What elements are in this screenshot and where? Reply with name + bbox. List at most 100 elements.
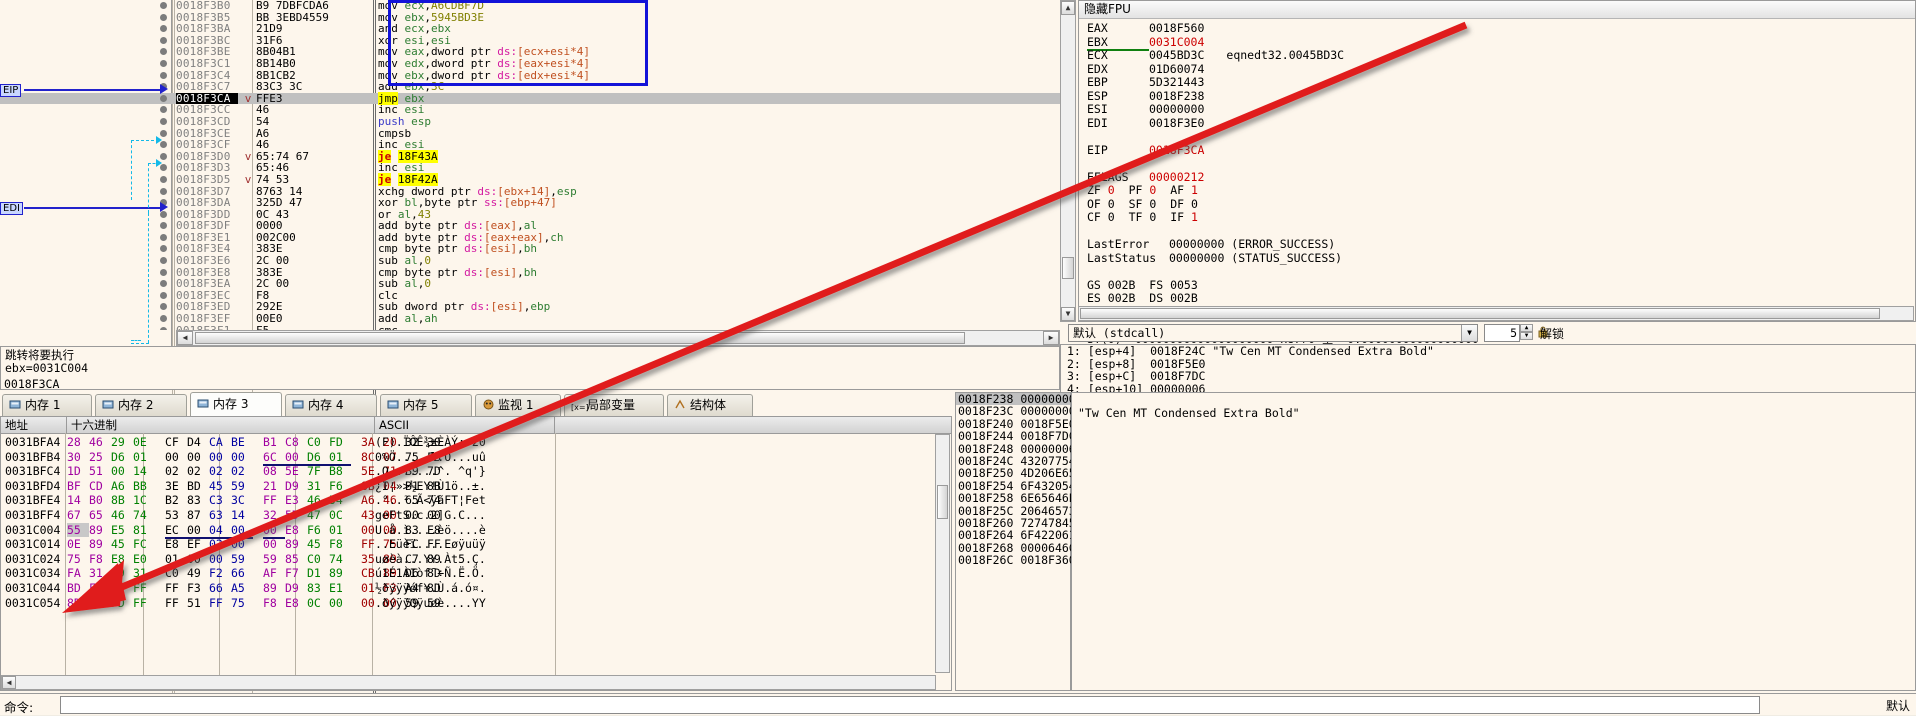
dump-byte[interactable]: F8 bbox=[263, 596, 285, 611]
dump-byte[interactable]: 02 bbox=[209, 537, 231, 552]
dump-row[interactable]: 0031BFE4 14 B0 8B 1C B2 83 C3 3C FF E3 46 54 A6 46 65 74… bbox=[1, 493, 951, 508]
dump-byte[interactable]: 8D bbox=[67, 596, 89, 611]
spinner-up-icon[interactable]: ▲ bbox=[1520, 324, 1533, 332]
breakpoint-dot[interactable] bbox=[160, 326, 167, 330]
dump-byte[interactable]: 63 bbox=[209, 508, 231, 523]
breakpoint-dot[interactable] bbox=[160, 25, 167, 33]
breakpoint-dot[interactable] bbox=[160, 257, 167, 265]
disasm-row[interactable]: 0018F3EF 00E0 add al,ah bbox=[0, 313, 1060, 325]
register-spacer[interactable] bbox=[1079, 225, 1915, 239]
dump-byte[interactable]: C0 bbox=[165, 566, 187, 581]
breakpoint-dot[interactable] bbox=[160, 2, 167, 9]
flag-row[interactable]: CF 0 TF 0 IF 1 bbox=[1079, 210, 1915, 225]
dump-byte[interactable]: FF bbox=[165, 596, 187, 611]
dump-byte[interactable]: 8B bbox=[111, 493, 133, 508]
dump-byte[interactable]: E0 bbox=[133, 552, 155, 567]
scroll-thumb[interactable] bbox=[937, 485, 948, 519]
dump-byte[interactable]: B0 bbox=[89, 493, 111, 508]
tab-6[interactable]: 监视 1 bbox=[475, 394, 561, 417]
dump-byte[interactable]: 87 bbox=[187, 508, 209, 523]
dump-byte[interactable]: CF bbox=[165, 435, 187, 450]
disasm-hscrollbar[interactable]: ◀ ▶ bbox=[176, 330, 1060, 346]
command-input[interactable] bbox=[60, 696, 1760, 714]
dump-byte[interactable]: 02 bbox=[187, 464, 209, 479]
dump-byte[interactable]: E5 bbox=[111, 523, 133, 538]
dump-byte[interactable]: C0 bbox=[307, 435, 329, 450]
dump-byte[interactable]: 29 bbox=[111, 435, 133, 450]
dump-byte[interactable]: FD bbox=[329, 435, 351, 450]
dump-byte[interactable]: D1 bbox=[307, 566, 329, 581]
dump-byte[interactable]: E8 bbox=[165, 537, 187, 552]
register-row[interactable]: ESI 00000000 bbox=[1079, 102, 1915, 117]
dump-byte[interactable]: B8 bbox=[329, 464, 351, 479]
calling-convention-select[interactable]: 默认 (stdcall) ▼ bbox=[1068, 324, 1478, 342]
dump-byte[interactable]: 54 bbox=[329, 493, 351, 508]
stack-detail-column[interactable]: "Tw Cen MT Condensed Extra Bold" bbox=[1071, 392, 1916, 691]
dump-byte[interactable]: F2 bbox=[209, 566, 231, 581]
dump-byte[interactable]: 08 bbox=[263, 464, 285, 479]
dump-byte[interactable]: 00 bbox=[209, 552, 231, 567]
flag-row[interactable]: OF 0 SF 0 DF 0 bbox=[1079, 197, 1915, 212]
dump-byte[interactable]: 46 bbox=[111, 508, 133, 523]
dump-byte[interactable]: 66 bbox=[209, 581, 231, 596]
dump-row[interactable]: 0031C044 BD F0 FD FF FF F3 66 A5 89 D9 83 E1 01 F3 A4 8D… bbox=[1, 581, 951, 596]
dump-byte[interactable]: 89 bbox=[329, 566, 351, 581]
dump-row[interactable]: 0031C034 FA 31 C9 31 C0 49 F2 66 AF F7 D1 89 CB 89 D6 8D… bbox=[1, 566, 951, 581]
dump-byte[interactable]: 21 bbox=[263, 479, 285, 494]
dump-byte[interactable]: F3 bbox=[187, 581, 209, 596]
dump-byte[interactable]: 1C bbox=[133, 493, 155, 508]
dump-byte[interactable]: 00 bbox=[165, 450, 187, 465]
dump-byte[interactable]: 32 bbox=[263, 508, 285, 523]
stack-address-column[interactable]: 0018F238 00000000 0018F23C 00000000 0018F2… bbox=[955, 392, 1076, 691]
breakpoint-dot[interactable] bbox=[160, 291, 167, 299]
dump-byte[interactable]: BE bbox=[231, 435, 253, 450]
register-row[interactable]: EDI 0018F3E0 bbox=[1079, 116, 1915, 131]
dump-byte[interactable]: 83 bbox=[307, 581, 329, 596]
disasm-row[interactable]: 0018F3E8 383E cmp byte ptr ds:[esi],bh bbox=[0, 266, 1060, 279]
breakpoint-dot[interactable] bbox=[160, 303, 167, 311]
dump-byte[interactable]: 00 bbox=[263, 537, 285, 552]
dump-byte[interactable]: 53 bbox=[165, 508, 187, 523]
dump-byte[interactable]: 85 bbox=[285, 552, 307, 567]
tab-1[interactable]: 内存 1 bbox=[2, 394, 92, 417]
arg-count-spinner[interactable]: ▲ ▼ bbox=[1520, 324, 1533, 342]
dump-byte[interactable]: 89 bbox=[285, 537, 307, 552]
disasm-row[interactable]: 0018F3B5 BB 3EBD4559 mov ebx,5945BD3E bbox=[0, 11, 1060, 24]
dump-byte[interactable]: 45 bbox=[307, 537, 329, 552]
breakpoint-dot[interactable] bbox=[160, 48, 167, 56]
scroll-down-button[interactable]: ▼ bbox=[1061, 307, 1075, 321]
dump-byte[interactable]: BF bbox=[67, 479, 89, 494]
dump-byte[interactable]: FA bbox=[67, 566, 89, 581]
register-row[interactable]: ESP 0018F238 bbox=[1079, 89, 1915, 104]
dump-byte[interactable]: 0C bbox=[329, 508, 351, 523]
disasm-row[interactable]: 0018F3E4 383E cmp byte ptr ds:[esi],bh bbox=[0, 243, 1060, 255]
unlock-button[interactable]: 解锁 bbox=[1540, 325, 1564, 342]
spinner-down-icon[interactable]: ▼ bbox=[1520, 332, 1533, 340]
last-error-row[interactable]: LastStatus 00000000 (STATUS_SUCCESS) bbox=[1079, 251, 1915, 266]
disasm-row[interactable]: 0018F3BA 21D9 and ecx,ebx bbox=[0, 23, 1060, 35]
dump-byte[interactable]: CA bbox=[209, 435, 231, 450]
dump-byte[interactable]: 01 bbox=[133, 450, 155, 465]
flag-row[interactable]: ZF 0 PF 0 AF 1 bbox=[1079, 183, 1915, 198]
dump-row[interactable]: 0031BFC4 1D 51 00 14 02 02 02 02 08 5E 7F B8 5E 71 B9 7D… bbox=[1, 464, 951, 479]
tab-7[interactable]: [x=]局部变量 bbox=[564, 394, 664, 417]
dump-byte[interactable]: 49 bbox=[187, 566, 209, 581]
dump-byte[interactable]: 59 bbox=[263, 552, 285, 567]
disasm-row[interactable]: 0018F3EA 2C 00 sub al,0 bbox=[0, 278, 1060, 290]
dump-byte[interactable]: 59 bbox=[231, 479, 253, 494]
dump-byte[interactable]: 0E bbox=[67, 537, 89, 552]
dump-row[interactable]: 0031BFF4 67 65 46 74 53 87 63 14 32 5D 47 0C 43 00 00 00… bbox=[1, 508, 951, 523]
dump-row[interactable]: 0031BFA4 28 46 29 0E CF D4 CA BE B1 C8 C0 FD 3A 20 32 30… bbox=[1, 435, 951, 450]
arg-count-input[interactable]: 5 bbox=[1484, 324, 1520, 342]
breakpoint-dot[interactable] bbox=[160, 36, 167, 44]
dump-byte[interactable]: 74 bbox=[133, 508, 155, 523]
breakpoint-dot[interactable] bbox=[160, 117, 167, 125]
dump-byte[interactable]: 31 bbox=[307, 479, 329, 494]
breakpoint-dot[interactable] bbox=[160, 106, 167, 114]
dump-byte[interactable]: E8 bbox=[285, 523, 307, 538]
scroll-right-button[interactable]: ▶ bbox=[1043, 331, 1059, 345]
breakpoint-dot[interactable] bbox=[160, 59, 167, 67]
dump-byte[interactable]: 00 bbox=[111, 464, 133, 479]
dump-byte[interactable]: 31 bbox=[89, 566, 111, 581]
register-spacer[interactable] bbox=[1079, 157, 1915, 171]
